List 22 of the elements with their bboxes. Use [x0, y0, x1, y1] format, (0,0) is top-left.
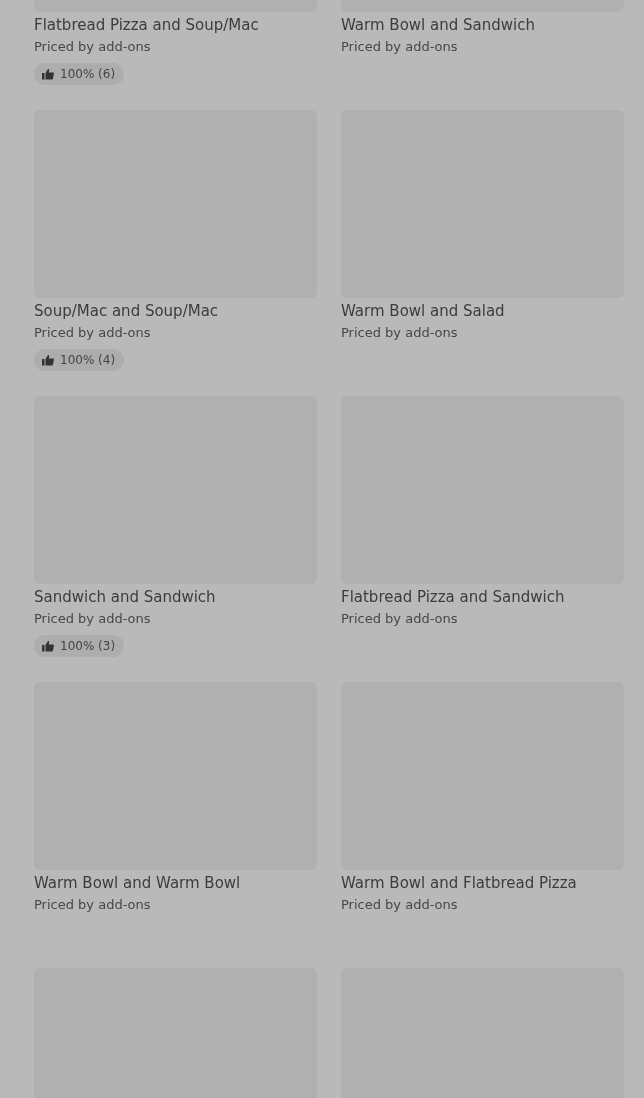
dish-title[interactable]: Warm Bowl and Sandwich — [341, 15, 624, 35]
dish-title[interactable]: Flatbread Pizza and Soup/Mac — [34, 15, 317, 35]
rating-badge: 100% (3) — [34, 635, 125, 657]
price-note: Priced by add-ons — [34, 896, 152, 914]
dish-title[interactable]: Warm Bowl and Salad — [341, 301, 624, 321]
dish-title[interactable]: Flatbread Pizza and Sandwich — [341, 587, 624, 607]
price-note: Priced by add-ons — [341, 896, 459, 914]
price-note: Priced by add-ons — [341, 610, 459, 628]
price-note: Priced by add-ons — [341, 324, 459, 342]
price-note: Priced by add-ons — [34, 38, 152, 56]
thumbs-up-icon — [42, 640, 54, 652]
thumbs-up-icon — [42, 68, 54, 80]
rating-badge: 100% (6) — [34, 63, 125, 85]
dish-title[interactable]: Sandwich and Sandwich — [34, 587, 317, 607]
price-note: Priced by add-ons — [341, 38, 459, 56]
dish-title[interactable]: Warm Bowl and Warm Bowl — [34, 873, 317, 893]
dish-title[interactable]: Soup/Mac and Soup/Mac — [34, 301, 317, 321]
price-note: Priced by add-ons — [34, 610, 152, 628]
dish-title[interactable]: Warm Bowl and Flatbread Pizza — [341, 873, 624, 893]
price-note: Priced by add-ons — [34, 324, 152, 342]
rating-badge: 100% (4) — [34, 349, 125, 371]
thumbs-up-icon — [42, 354, 54, 366]
